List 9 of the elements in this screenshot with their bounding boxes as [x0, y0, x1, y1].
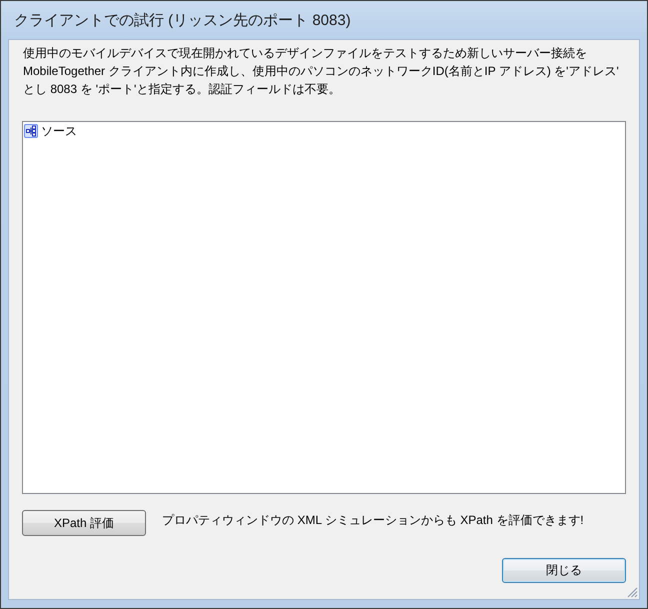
resize-grip-icon[interactable]: [627, 587, 638, 598]
close-button[interactable]: 閉じる: [502, 558, 626, 583]
hint-text: プロパティウィンドウの XML シミュレーションからも XPath を評価できます!: [162, 512, 584, 528]
tree-item[interactable]: ソース: [24, 123, 77, 139]
tree-view[interactable]: ソース: [22, 121, 626, 494]
xpath-evaluate-button[interactable]: XPath 評価: [22, 510, 146, 536]
window-title: クライアントでの試行 (リッスン先のポート 8083): [14, 10, 351, 30]
description-text: 使用中のモバイルデバイスで現在開かれているデザインファイルをテストするため新しいサーバー接続を MobileTogether クライアント内に作成し、使用中のパソコンのネットワークID(名前とIP アドレス) を'アドレス' とし 8083 を 'ポート'と指定する。認証フィールドは不要。: [22, 45, 620, 98]
hierarchy-icon: [24, 124, 38, 138]
